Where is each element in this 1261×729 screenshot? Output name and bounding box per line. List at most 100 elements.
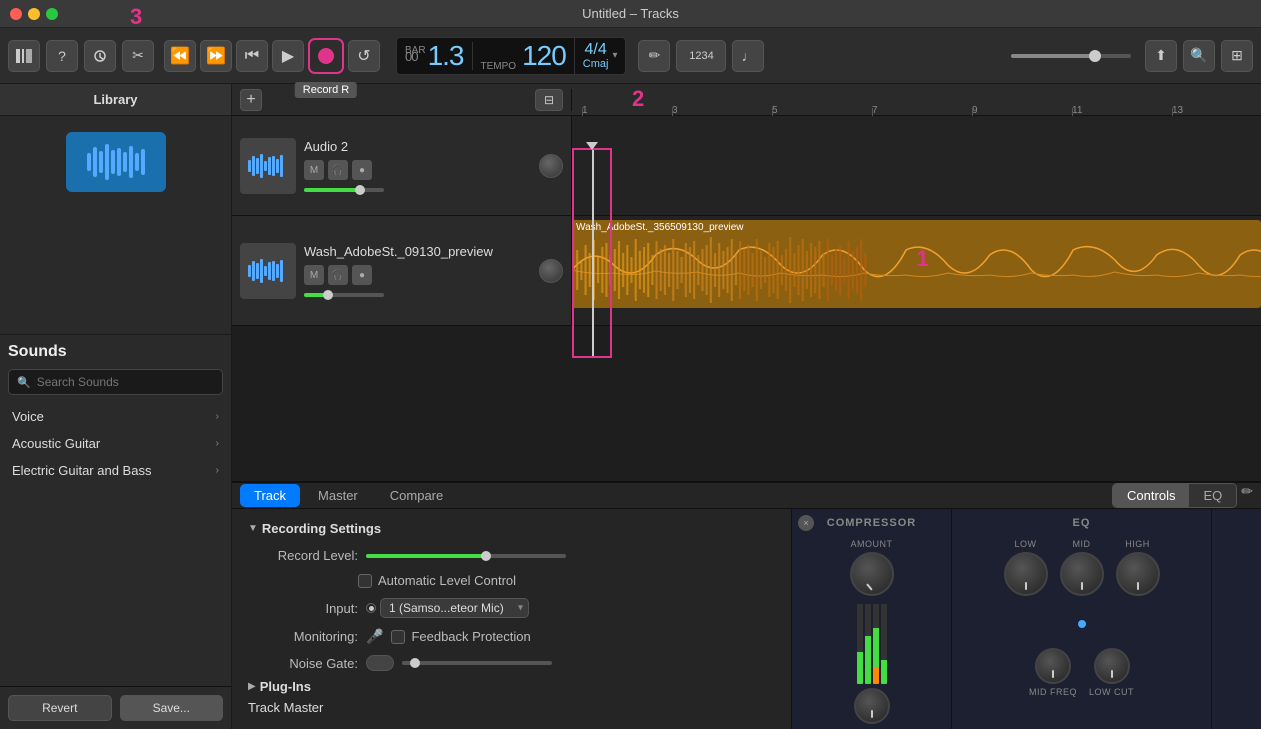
sidebar-item-electric-guitar[interactable]: Electric Guitar and Bass › <box>8 457 223 484</box>
feedback-check: Feedback Protection <box>391 629 530 644</box>
track-buttons-audio2: M 🎧 ● <box>304 160 531 180</box>
sends-section: × SENDS AMBIENCE <box>1212 509 1261 729</box>
noise-gate-row: Noise Gate: <box>248 655 775 671</box>
track-buttons-wash: M 🎧 ● <box>304 265 531 285</box>
track-mute-button[interactable]: M <box>304 160 324 180</box>
noise-gate-toggle[interactable] <box>366 655 394 671</box>
add-track-button[interactable]: + <box>240 89 262 111</box>
compressor-small-knob[interactable] <box>854 688 890 724</box>
high-knob-wrap: HIGH <box>1116 539 1160 596</box>
go-to-start-button[interactable]: ⏮ <box>236 40 268 72</box>
feedback-checkbox[interactable] <box>391 630 405 644</box>
eq-dot <box>1078 620 1086 628</box>
edit-icon[interactable]: ✏ <box>1241 483 1253 508</box>
cycle-button[interactable]: ↺ <box>348 40 380 72</box>
minimize-button[interactable] <box>28 8 40 20</box>
bottom-panel: Track Master Compare Controls EQ ✏ ▼ Rec… <box>232 481 1261 729</box>
amount-label: AMOUNT <box>851 539 893 549</box>
bottom-tabs-right: Controls EQ ✏ <box>1112 483 1253 508</box>
browser-button[interactable]: 🔍 <box>1183 40 1215 72</box>
tab-eq[interactable]: EQ <box>1189 484 1236 507</box>
bottom-content: ▼ Recording Settings Record Level: Autom… <box>232 509 1261 729</box>
master-volume-slider[interactable] <box>1011 54 1131 58</box>
compressor-close-button[interactable]: × <box>798 515 814 531</box>
tab-track[interactable]: Track <box>240 484 300 507</box>
track-record-arm-button-wash[interactable]: ● <box>352 265 372 285</box>
tab-compare[interactable]: Compare <box>376 484 457 507</box>
record-level-row: Record Level: <box>248 548 775 563</box>
time-signature[interactable]: 4/4 Cmaj ▾ <box>574 38 626 74</box>
pencil-tool-button[interactable]: ✏ <box>638 40 670 72</box>
plug-ins-label: Plug-Ins <box>260 679 311 694</box>
window-title: Untitled – Tracks <box>582 6 679 21</box>
low-knob[interactable] <box>1004 552 1048 596</box>
smart-tempo-button[interactable] <box>84 40 116 72</box>
input-radio[interactable] <box>366 603 376 613</box>
high-knob[interactable] <box>1116 552 1160 596</box>
input-select-wrapper: 1 (Samso...eteor Mic) <box>380 598 529 618</box>
low-cut-knob[interactable] <box>1094 648 1130 684</box>
track-headphone-button[interactable]: 🎧 <box>328 160 348 180</box>
low-cut-knob-wrap: LOW CUT <box>1089 648 1134 697</box>
amount-knob[interactable] <box>850 552 894 596</box>
eq-title: EQ <box>1073 517 1091 529</box>
library-content <box>0 116 231 335</box>
track-name-audio2: Audio 2 <box>304 139 531 154</box>
record-level-slider[interactable] <box>366 554 566 558</box>
noise-gate-slider[interactable] <box>402 661 552 665</box>
play-button[interactable]: ▶ <box>272 40 304 72</box>
save-button[interactable]: Save... <box>120 695 224 721</box>
mid-knob[interactable] <box>1060 552 1104 596</box>
metronome-button[interactable]: ♩ <box>732 40 764 72</box>
tab-master[interactable]: Master <box>304 484 372 507</box>
record-dot <box>318 48 334 64</box>
mic-icon: 🎤 <box>366 628 383 645</box>
input-select[interactable]: 1 (Samso...eteor Mic) <box>380 598 529 618</box>
record-button[interactable]: Record R <box>308 38 344 74</box>
mid-freq-knob[interactable] <box>1035 648 1071 684</box>
low-label: LOW <box>1014 539 1036 549</box>
title-bar: Untitled – Tracks <box>0 0 1261 28</box>
track-mute-button-wash[interactable]: M <box>304 265 324 285</box>
mid-knob-wrap: MID <box>1060 539 1104 596</box>
number-display: 1234 <box>676 40 726 72</box>
record-tooltip: Record R <box>295 82 357 98</box>
filter-button[interactable]: ⊟ <box>535 89 563 111</box>
search-input[interactable] <box>37 375 214 389</box>
track-volume-slider-wash[interactable] <box>304 293 384 297</box>
rec-settings-title: ▼ Recording Settings <box>248 521 775 536</box>
track-volume-slider-audio2[interactable] <box>304 188 384 192</box>
vu-meter <box>857 604 887 684</box>
revert-button[interactable]: Revert <box>8 695 112 721</box>
tracks-container: + 3 ⊟ 2 1 3 5 7 <box>232 84 1261 481</box>
rewind-button[interactable]: ⏪ <box>164 40 196 72</box>
track-thumbnail-wash <box>240 243 296 299</box>
close-button[interactable] <box>10 8 22 20</box>
track-headphone-button-wash[interactable]: 🎧 <box>328 265 348 285</box>
traffic-lights <box>10 8 58 20</box>
high-label: HIGH <box>1125 539 1150 549</box>
track-pan-knob-audio2[interactable] <box>539 154 563 178</box>
tab-controls[interactable]: Controls <box>1113 484 1189 507</box>
input-row: Input: 1 (Samso...eteor Mic) <box>248 598 775 618</box>
library-button[interactable] <box>8 40 40 72</box>
track-master-label: Track Master <box>248 700 323 715</box>
sidebar-item-voice[interactable]: Voice › <box>8 403 223 430</box>
compressor-title: COMPRESSOR <box>827 517 916 529</box>
fast-forward-button[interactable]: ⏩ <box>200 40 232 72</box>
search-box[interactable]: 🔍 <box>8 369 223 395</box>
auto-level-checkbox[interactable] <box>358 574 372 588</box>
track-pan-knob-wash[interactable] <box>539 259 563 283</box>
track-row-audio2: Audio 2 M 🎧 ● <box>232 116 1261 216</box>
plugin-button[interactable]: ⊞ <box>1221 40 1253 72</box>
sidebar-item-acoustic-guitar[interactable]: Acoustic Guitar › <box>8 430 223 457</box>
track-record-arm-button[interactable]: ● <box>352 160 372 180</box>
scissors-button[interactable]: ✂ <box>122 40 154 72</box>
track-name-wash: Wash_AdobeSt._09130_preview <box>304 244 531 259</box>
fullscreen-button[interactable] <box>46 8 58 20</box>
help-button[interactable]: ? <box>46 40 78 72</box>
tempo-display: TEMPO 120 <box>473 38 574 74</box>
audio-region-wash[interactable]: Wash_AdobeSt._356509130_preview <box>572 220 1261 308</box>
track-content-audio2 <box>572 116 1261 215</box>
share-button[interactable]: ⬆ <box>1145 40 1177 72</box>
